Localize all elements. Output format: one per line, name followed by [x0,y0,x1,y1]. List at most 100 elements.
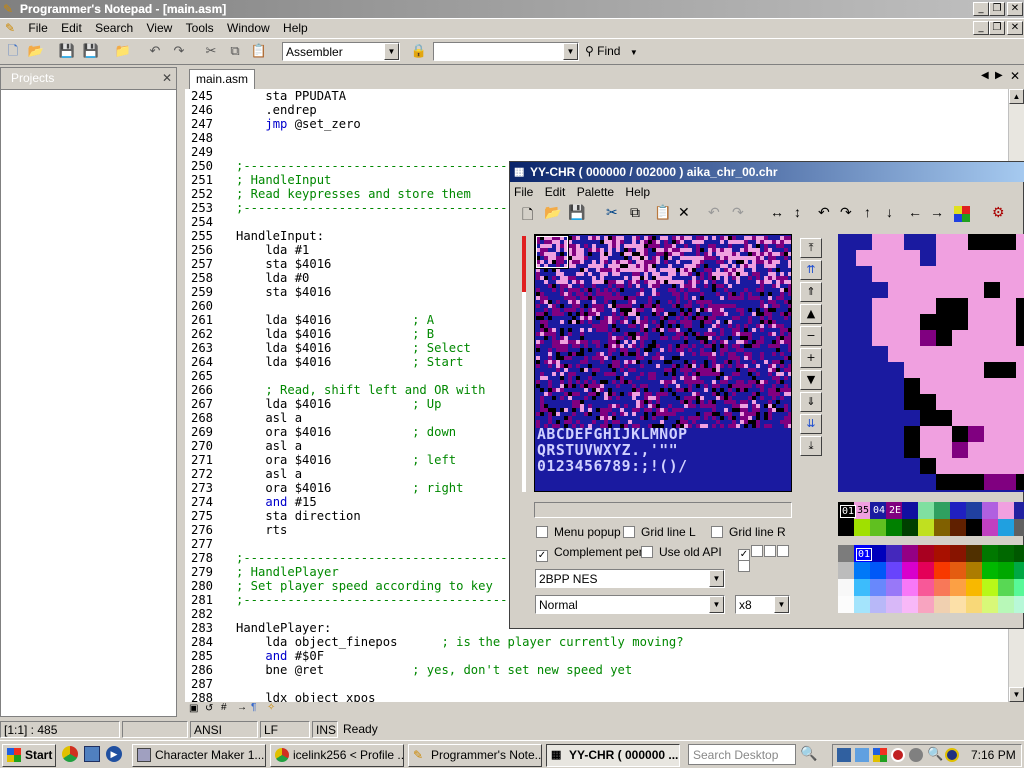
palette-swatch[interactable] [854,519,870,536]
palette-swatch[interactable] [950,502,966,519]
undo-icon[interactable]: ↶ [146,43,164,61]
edit-pixel[interactable] [936,490,952,492]
rotate-left-icon[interactable]: ↶ [818,204,830,221]
edit-pixel[interactable] [840,266,856,282]
edit-pixel[interactable] [936,282,952,298]
open-icon[interactable]: 📂 [544,204,561,221]
edit-pixel[interactable] [968,346,984,362]
nav-down-button[interactable]: ▼ [800,370,822,390]
nes-color-swatch[interactable] [902,562,918,579]
redo-icon[interactable]: ↷ [170,43,188,61]
nes-color-swatch[interactable] [950,545,966,562]
edit-pixel[interactable] [920,314,936,330]
wand-icon[interactable]: ✧ [267,702,275,713]
nes-color-swatch[interactable] [998,579,1014,596]
output-icon[interactable]: ▣ [189,703,198,714]
nes-color-swatch[interactable] [886,545,902,562]
shield-icon[interactable] [891,748,905,762]
edit-pixel[interactable] [872,250,888,266]
edit-pixel[interactable] [888,250,904,266]
close-button[interactable]: ✕ [1007,2,1023,16]
nes-color-swatch[interactable] [870,579,886,596]
edit-pixel[interactable] [904,490,920,492]
edit-pixel[interactable] [920,394,936,410]
edit-pixel[interactable] [1000,250,1016,266]
edit-pixel[interactable] [888,410,904,426]
edit-pixel[interactable] [952,442,968,458]
cut-icon[interactable]: ✂ [202,43,220,61]
edit-pixel[interactable] [936,378,952,394]
edit-pixel[interactable] [984,282,1000,298]
edit-pixel[interactable] [888,458,904,474]
edit-pixel[interactable] [840,330,856,346]
edit-pixel[interactable] [904,410,920,426]
edit-pixel[interactable] [1016,490,1024,492]
edit-pixel[interactable] [1016,330,1024,346]
nes-color-swatch[interactable] [918,579,934,596]
yy-menu-edit[interactable]: Edit [541,183,570,201]
use-old-api-checkbox[interactable]: Use old API [641,545,722,559]
nav-page-up-fast-button[interactable]: ⇈ [800,260,822,280]
edit-pixel[interactable] [920,458,936,474]
edit-pixel[interactable] [984,346,1000,362]
edit-pixel[interactable] [1000,426,1016,442]
edit-pixel[interactable] [856,490,872,492]
nes-color-swatch[interactable] [854,596,870,613]
edit-pixel[interactable] [952,330,968,346]
edit-pixel[interactable] [920,426,936,442]
nes-color-swatch[interactable] [870,596,886,613]
edit-pixel[interactable] [968,442,984,458]
edit-pixel[interactable] [920,298,936,314]
edit-pixel[interactable] [984,266,1000,282]
edit-pixel[interactable] [920,234,936,250]
edit-pixel[interactable] [856,442,872,458]
palette-swatch[interactable] [998,519,1014,536]
shift-right-icon[interactable]: → [930,204,944,220]
nes-color-swatch[interactable] [950,579,966,596]
edit-pixel[interactable] [904,266,920,282]
edit-pixel[interactable] [872,314,888,330]
nes-color-swatch[interactable] [966,545,982,562]
edit-pixel[interactable] [1016,314,1024,330]
taskbar-icelink[interactable]: icelink256 < Profile ... [270,744,404,767]
edit-pixel[interactable] [840,458,856,474]
edit-pixel[interactable] [936,346,952,362]
edit-pixel[interactable] [952,266,968,282]
network-icon[interactable] [837,748,851,762]
edit-pixel[interactable] [920,378,936,394]
taskbar-programmers-notepad[interactable]: ✎ Programmer's Note... [408,744,542,767]
edit-pixel[interactable] [872,426,888,442]
edit-pixel[interactable] [968,330,984,346]
edit-pixel[interactable] [936,266,952,282]
palette-swatch[interactable] [950,519,966,536]
settings-icon[interactable]: ⚙ [992,204,1005,221]
edit-pixel[interactable] [840,234,856,250]
mdi-minimize-button[interactable]: _ [973,21,989,35]
edit-pixel[interactable] [904,314,920,330]
tray-app-icon[interactable] [909,748,923,762]
nes-color-swatch[interactable] [870,545,886,562]
palette-swatch[interactable] [982,502,998,519]
clear-icon[interactable]: ✕ [678,204,690,221]
tab-close-icon[interactable]: ✕ [1010,69,1020,83]
edit-pixel[interactable] [952,282,968,298]
edit-pixel[interactable] [872,330,888,346]
edit-pixel[interactable] [888,362,904,378]
edit-pixel[interactable] [984,250,1000,266]
edit-pixel[interactable] [888,282,904,298]
menu-search[interactable]: Search [90,19,138,37]
edit-pixel[interactable] [904,442,920,458]
edit-pixel[interactable] [1016,250,1024,266]
edit-pixel[interactable] [904,282,920,298]
palette-swatch[interactable] [918,519,934,536]
nes-color-swatch[interactable] [886,562,902,579]
nes-color-swatch[interactable] [1014,545,1024,562]
edit-pixel[interactable] [936,314,952,330]
edit-pixel[interactable] [1016,442,1024,458]
edit-pixel[interactable] [984,378,1000,394]
nes-color-swatch[interactable] [918,545,934,562]
nes-color-swatch[interactable] [950,562,966,579]
menu-view[interactable]: View [142,19,178,37]
edit-pixel[interactable] [984,394,1000,410]
edit-pixel[interactable] [888,442,904,458]
